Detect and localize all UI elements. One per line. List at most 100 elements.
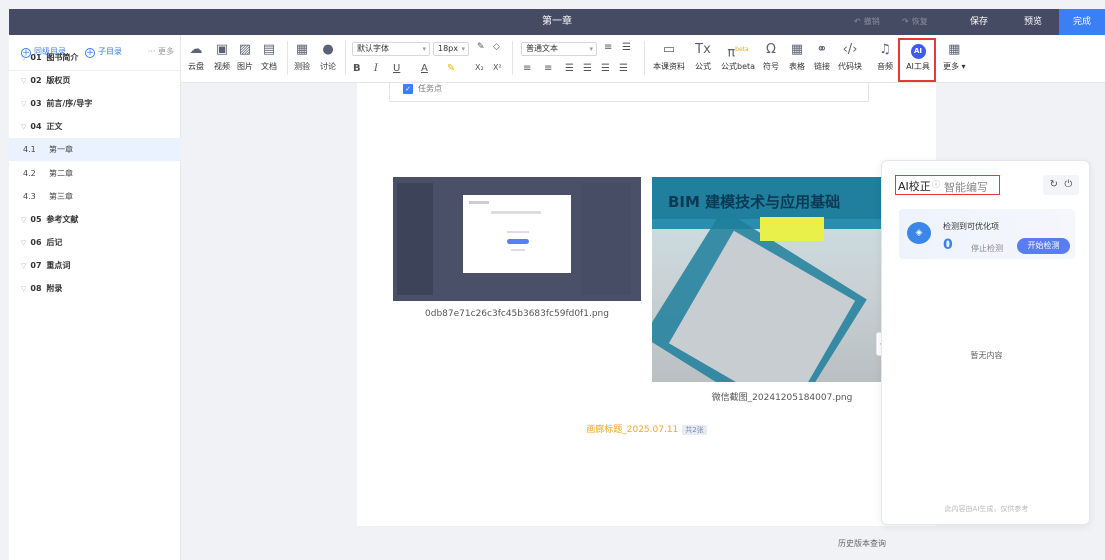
expand-arrow-icon[interactable]: ▽	[21, 216, 26, 224]
code-block-button[interactable]: ‹/› 代码块	[838, 42, 862, 72]
toc-item-number: 01	[30, 53, 42, 62]
toc-item-number: 4.1	[23, 145, 36, 154]
font-size-select[interactable]: 18px ▾	[433, 42, 469, 56]
book-cover-image[interactable]: BIM 建模技术与应用基础	[652, 177, 887, 382]
toc-item[interactable]: 4.3 第三章	[9, 185, 181, 208]
toolbar-divider	[512, 41, 513, 75]
screenshot-image[interactable]	[393, 177, 641, 301]
tab-smart-writing[interactable]: 智能编写	[944, 179, 988, 195]
cloud-icon: ☁	[189, 42, 203, 57]
book-cover-title: BIM 建模技术与应用基础	[668, 193, 841, 211]
preview-button[interactable]: 预览	[1016, 9, 1050, 35]
quiz-button[interactable]: ▦ 测验	[294, 42, 310, 72]
toc-item-label: 参考文献	[46, 215, 79, 224]
video-button[interactable]: ▣ 视频	[214, 42, 230, 72]
numbered-list-icon[interactable]: ☰	[601, 63, 610, 74]
expand-arrow-icon[interactable]: ▽	[21, 123, 26, 131]
symbol-button[interactable]: Ω 符号	[763, 42, 779, 72]
ai-tool-button[interactable]: AI AI工具	[905, 42, 931, 72]
material-icon: ▭	[662, 42, 676, 57]
table-button[interactable]: ▦ 表格	[789, 42, 805, 72]
link-button[interactable]: ⚭ 链接	[814, 42, 830, 72]
expand-arrow-icon[interactable]: ▽	[21, 262, 26, 270]
subscript-button[interactable]: X₂	[475, 63, 484, 72]
font-family-select[interactable]: 默认字体 ▾	[352, 42, 430, 56]
video-icon: ▣	[215, 42, 229, 57]
expand-arrow-icon[interactable]: ▽	[21, 77, 26, 85]
start-detect-button[interactable]: 开始检测	[1017, 238, 1070, 254]
toc-item[interactable]: ▽ 06 后记	[9, 231, 181, 254]
toc-item-number: 4.2	[23, 169, 36, 178]
toc-item[interactable]: ▽ 01 图书简介	[9, 46, 181, 69]
outdent-icon[interactable]: ☰	[619, 63, 628, 74]
redo-icon: ↷	[902, 17, 909, 26]
panel-actions: ↻ ⏻	[1043, 175, 1079, 195]
expand-arrow-icon[interactable]: ▽	[21, 100, 26, 108]
indent-icon[interactable]: ☰	[622, 42, 631, 53]
toc-item[interactable]: ▽ 05 参考文献	[9, 208, 181, 231]
more-tools-button[interactable]: ▦ 更多 ▾	[943, 42, 966, 72]
discussion-button[interactable]: ● 讨论	[320, 42, 336, 72]
formula-beta-button[interactable]: πbeta 公式beta	[721, 42, 755, 72]
align-center-icon[interactable]: ≡	[544, 63, 552, 74]
expand-arrow-icon[interactable]: ▽	[21, 54, 26, 62]
refresh-icon[interactable]: ↻	[1050, 179, 1058, 190]
ai-icon: AI	[910, 44, 926, 59]
expand-arrow-icon[interactable]: ▽	[21, 239, 26, 247]
toc-item-label: 图书简介	[46, 53, 79, 62]
toc-item[interactable]: ▽ 02 版权页	[9, 69, 181, 92]
formula-button[interactable]: Tx 公式	[695, 42, 711, 72]
table-icon: ▦	[790, 42, 804, 57]
undo-icon: ↶	[854, 17, 861, 26]
paragraph-style-select[interactable]: 普通文本 ▾	[521, 42, 597, 56]
toc-item[interactable]: ▽ 03 前言/序/导字	[9, 92, 181, 115]
toc-item[interactable]: 4.1 第一章	[9, 138, 181, 161]
redo-button[interactable]: ↷ 恢复	[902, 9, 928, 35]
toc-item-label: 后记	[46, 238, 63, 247]
image-caption: 0db87e71c26c3fc45b3683fc59fd0f1.png	[425, 309, 609, 319]
expand-arrow-icon[interactable]: ▽	[21, 285, 26, 293]
cloud-button[interactable]: ☁ 云盘	[188, 42, 204, 72]
ai-tabs-highlight: AI校正 ⓘ 智能编写	[895, 175, 1000, 195]
bold-button[interactable]: B	[353, 63, 361, 74]
bullet-list-icon[interactable]: ☰	[583, 63, 592, 74]
undo-button[interactable]: ↶ 撤销	[854, 9, 880, 35]
grid-icon: ▦	[948, 42, 961, 57]
toc-item-label: 版权页	[46, 76, 71, 85]
course-material-button[interactable]: ▭ 本课资料	[653, 42, 685, 72]
power-icon[interactable]: ⏻	[1064, 179, 1072, 190]
ai-disclaimer: 此内容由AI生成，仅供参考	[944, 505, 1029, 513]
audio-button[interactable]: ♫ 音频	[877, 42, 893, 72]
toolbar-divider	[345, 41, 346, 75]
superscript-button[interactable]: X²	[493, 63, 502, 72]
toc-item-number: 04	[30, 122, 42, 131]
toc-item-label: 第三章	[49, 192, 73, 201]
image-button[interactable]: ▨ 图片	[237, 42, 253, 72]
line-height-icon[interactable]: ≡	[604, 42, 612, 53]
document-button[interactable]: ▤ 文档	[261, 42, 277, 72]
save-button[interactable]: 保存	[962, 9, 996, 35]
italic-button[interactable]: I	[374, 63, 378, 74]
format-painter-icon[interactable]: ✎	[477, 42, 485, 52]
highlight-icon[interactable]: ✎	[447, 63, 455, 74]
toc-item[interactable]: 4.2 第二章	[9, 162, 181, 185]
task-point-checkbox[interactable]: ✓	[403, 84, 413, 94]
toc-item[interactable]: ▽ 08 附录	[9, 277, 181, 300]
font-color-button[interactable]: A	[421, 63, 428, 74]
document-icon: ▤	[262, 42, 276, 57]
chevron-down-icon: ▾	[961, 62, 966, 71]
done-button[interactable]: 完成	[1059, 9, 1105, 35]
stop-detect-button[interactable]: 停止检测	[971, 243, 1003, 254]
toc-item[interactable]: ▽ 04 正文	[9, 115, 181, 138]
eraser-icon[interactable]: ◇	[493, 42, 500, 52]
toc-item-number: 06	[30, 238, 42, 247]
underline-button[interactable]: U	[393, 63, 400, 74]
toc-item[interactable]: ▽ 07 重点词	[9, 254, 181, 277]
ai-panel: AI校正 ⓘ 智能编写 ↻ ⏻ ◈ 检测到可优化项 0 停止检测 开始检测 暂无…	[881, 160, 1090, 525]
history-link[interactable]: 历史版本查询	[838, 538, 886, 549]
omega-icon: Ω	[766, 42, 776, 57]
formula-icon: Tx	[695, 42, 711, 57]
align-left-icon[interactable]: ≡	[523, 63, 531, 74]
tab-ai-proofread[interactable]: AI校正	[898, 178, 931, 194]
align-justify-icon[interactable]: ☰	[565, 63, 574, 74]
